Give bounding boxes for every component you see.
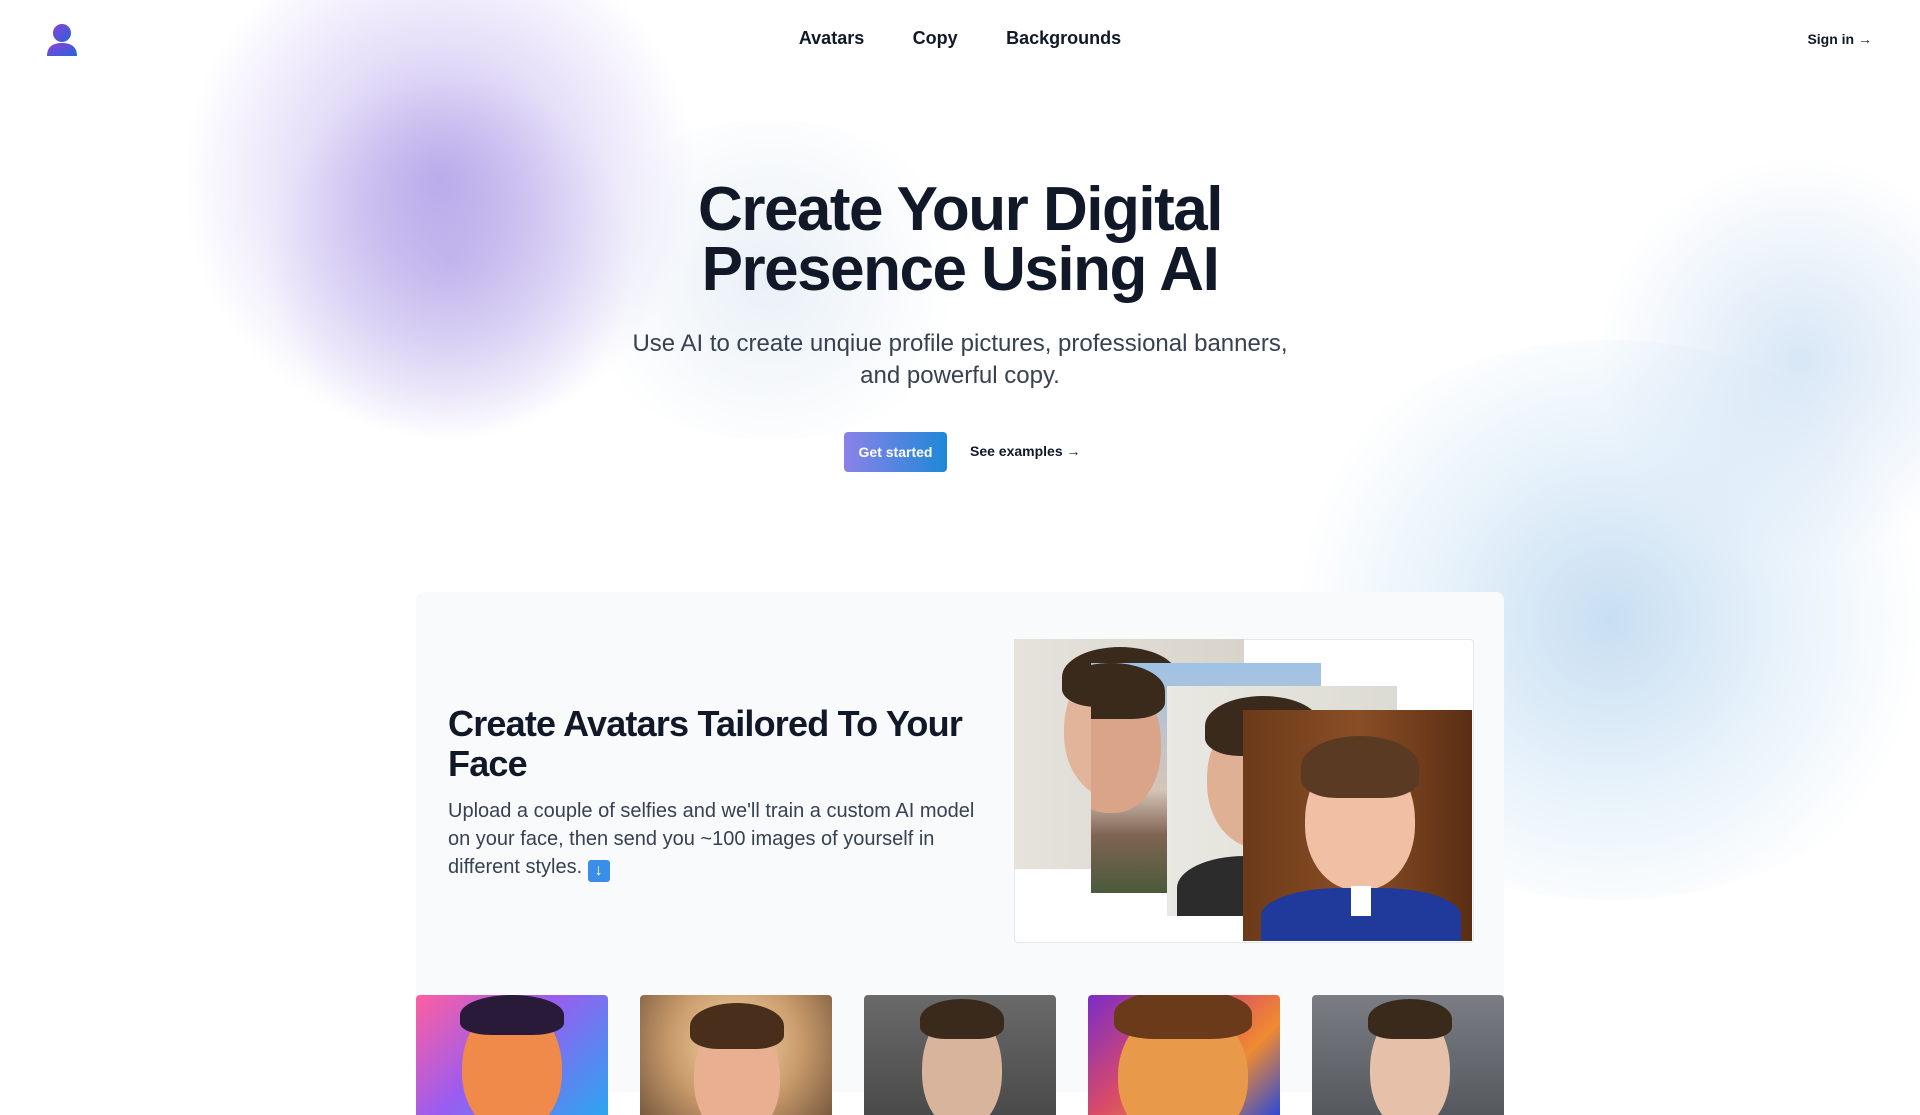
hero-subtitle-line-2: and powerful copy. — [860, 362, 1060, 389]
feature-desc-line-1: Upload a couple of selfies and we'll tra… — [448, 800, 975, 822]
feature-desc-line-3: different styles. — [448, 856, 583, 878]
avatar-example-1 — [416, 995, 608, 1115]
hair-shape — [1368, 999, 1452, 1039]
avatar-example-2 — [640, 995, 832, 1115]
hero-subtitle-line-1: Use AI to create unqiue profile pictures… — [632, 330, 1288, 357]
get-started-button[interactable]: Get started — [844, 432, 947, 472]
down-arrow-emoji: ↓ — [587, 860, 610, 882]
avatar-example-4 — [1088, 995, 1280, 1115]
avatar-example-5 — [1312, 995, 1504, 1115]
hair-shape — [920, 999, 1004, 1039]
feature-title-line-2: Face — [448, 743, 528, 784]
hair-shape — [1091, 663, 1165, 719]
see-examples-link[interactable]: See examples → — [970, 443, 1081, 459]
hero-title-line-2: Presence Using AI — [701, 235, 1220, 304]
sign-in-link[interactable]: Sign in → — [1807, 31, 1872, 47]
avatar-example-3 — [864, 995, 1056, 1115]
hero-title-line-1: Create Your Digital — [698, 175, 1223, 244]
hero-title: Create Your Digital Presence Using AI — [0, 179, 1920, 301]
feature-title-line-1: Create Avatars Tailored To Your — [448, 703, 963, 744]
nav-link-copy[interactable]: Copy — [913, 28, 958, 49]
shirt-collar — [1351, 886, 1371, 916]
hair-shape — [690, 1003, 784, 1049]
selfie-photo-4 — [1243, 710, 1472, 941]
feature-title: Create Avatars Tailored To Your Face — [448, 704, 988, 784]
hair-shape — [460, 995, 564, 1035]
hair-shape — [1301, 736, 1419, 798]
feature-description: Upload a couple of selfies and we'll tra… — [448, 797, 988, 882]
main-nav: Avatars Copy Backgrounds — [0, 28, 1920, 49]
nav-link-avatars[interactable]: Avatars — [799, 28, 864, 49]
hero-subtitle: Use AI to create unqiue profile pictures… — [620, 328, 1300, 392]
hair-shape — [1114, 995, 1252, 1039]
feature-desc-line-2: on your face, then send you ~100 images … — [448, 828, 935, 850]
nav-link-backgrounds[interactable]: Backgrounds — [1006, 28, 1121, 49]
